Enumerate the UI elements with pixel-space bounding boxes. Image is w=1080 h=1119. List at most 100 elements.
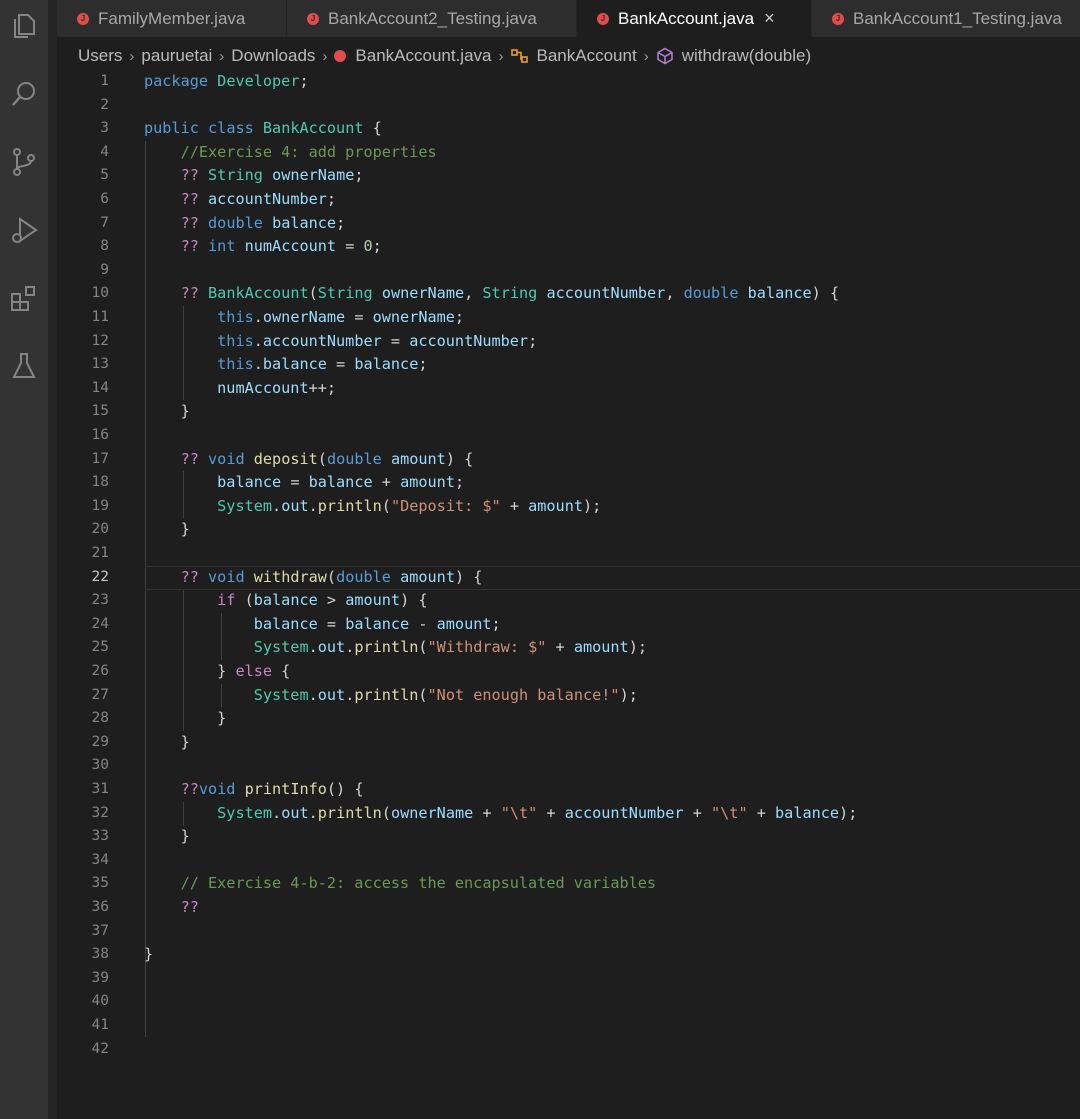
line-number: 24 [91,615,109,632]
line-number: 13 [91,356,109,373]
breadcrumb: Users › pauruetai › Downloads › BankAcco… [78,44,811,68]
code-text: ?? BankAccount(String ownerName, String … [180,284,840,303]
code-line[interactable]: 2 [57,94,1080,118]
line-number: 39 [91,969,109,986]
code-line[interactable]: 31 ??void printInfo() { [57,778,1080,802]
code-line[interactable]: 27 System.out.println("Not enough balanc… [57,684,1080,708]
code-line[interactable]: 20 } [57,518,1080,542]
class-icon [510,48,529,64]
chevron-right-icon: › [129,47,135,65]
code-line[interactable]: 41 [57,1014,1080,1038]
line-number: 41 [91,1017,109,1033]
extensions-icon[interactable] [8,282,40,314]
code-line[interactable]: 15 } [57,400,1080,424]
code-line[interactable]: 37 [57,920,1080,944]
code-line[interactable]: 23 if (balance > amount) { [57,589,1080,613]
code-line[interactable]: 19 System.out.println("Deposit: $" + amo… [57,495,1080,519]
code-line[interactable]: 21 [57,542,1080,566]
code-line[interactable]: 24 balance = balance - amount; [57,613,1080,637]
code-line[interactable]: 16 [57,424,1080,448]
code-line[interactable]: 35 // Exercise 4-b-2: access the encapsu… [57,872,1080,896]
tab-bankaccount[interactable]: BankAccount.java × [577,0,812,37]
line-number: 23 [91,592,109,609]
code-line[interactable]: 22 ?? void withdraw(double amount) { [57,565,1080,590]
code-line[interactable]: 42 [57,1038,1080,1062]
code-text: ?? double balance; [180,213,346,232]
code-text: } [144,732,190,751]
line-number: 35 [91,875,109,892]
tab-bankaccount2-testing[interactable]: BankAccount2_Testing.java [287,0,577,37]
line-number: 11 [91,309,109,325]
code-text: ?? accountNumber; [180,190,337,208]
code-text: } [144,402,190,421]
code-text: System.out.println("Deposit: $" + amount… [217,496,602,515]
breadcrumb-item-file[interactable]: BankAccount.java [355,46,491,66]
tab-familymember[interactable]: FamilyMember.java [57,0,287,37]
close-icon[interactable]: × [764,8,775,29]
code-text: System.out.println("Not enough balance!"… [253,685,638,704]
code-text: ?? void withdraw(double amount) { [180,567,483,586]
line-number: 12 [91,332,109,349]
code-line[interactable]: 18 balance = balance + amount; [57,471,1080,495]
code-line[interactable]: 10 ?? BankAccount(String ownerName, Stri… [57,282,1080,306]
code-line[interactable]: 7 ?? double balance; [57,212,1080,236]
code-text: public class BankAccount { [144,119,382,138]
tab-label: BankAccount.java [618,8,755,28]
java-file-icon [307,12,319,25]
code-line[interactable]: 25 System.out.println("Withdraw: $" + am… [57,636,1080,660]
editor-tab-bar: FamilyMember.java BankAccount2_Testing.j… [57,0,1080,37]
code-text: } [144,709,227,728]
code-line[interactable]: 5 ?? String ownerName; [57,164,1080,188]
explorer-icon[interactable] [8,10,40,42]
code-line[interactable]: 6 ?? accountNumber; [57,188,1080,212]
code-text: balance = balance + amount; [217,473,465,492]
tab-bankaccount1-testing[interactable]: BankAccount1_Testing.java [812,0,1080,37]
code-line[interactable]: 17 ?? void deposit(double amount) { [57,448,1080,472]
code-line[interactable]: 39 [57,967,1080,991]
code-line[interactable]: 40 [57,990,1080,1014]
code-line[interactable]: 29 } [57,731,1080,755]
code-editor[interactable]: 1 package Developer; 2 3 public class BankAc… [57,70,1080,1119]
code-line[interactable]: 38} [57,943,1080,967]
line-number: 10 [91,285,109,302]
breadcrumb-item-downloads[interactable]: Downloads [231,46,315,66]
code-text: numAccount++; [217,378,337,397]
code-line[interactable]: 14 numAccount++; [57,377,1080,401]
breadcrumb-item-users[interactable]: Users [78,46,122,66]
code-text: System.out.println("Withdraw: $" + amoun… [253,638,648,657]
code-line[interactable]: 12 this.accountNumber = accountNumber; [57,330,1080,354]
code-text: } else { [144,662,291,680]
line-number: 20 [91,521,109,538]
run-debug-icon[interactable] [8,214,40,246]
code-line[interactable]: 28 } [57,707,1080,731]
breadcrumb-item-method[interactable]: withdraw(double) [682,46,811,66]
search-icon[interactable] [8,78,40,110]
line-number: 32 [91,804,109,821]
line-number: 1 [100,73,109,89]
source-control-icon[interactable] [8,146,40,178]
code-line[interactable]: 32 System.out.println(ownerName + "\t" +… [57,802,1080,826]
breadcrumb-item-class[interactable]: BankAccount [537,46,637,66]
chevron-right-icon: › [219,47,225,65]
line-number: 16 [91,427,109,443]
code-line[interactable]: 8 ?? int numAccount = 0; [57,235,1080,259]
line-number: 37 [91,922,109,939]
code-text: } [144,520,190,539]
testing-icon[interactable] [8,350,40,382]
code-line[interactable]: 11 this.ownerName = ownerName; [57,306,1080,330]
code-line[interactable]: 4 //Exercise 4: add properties [57,141,1080,165]
breadcrumb-item-user[interactable]: pauruetai [141,46,212,66]
code-line[interactable]: 34 [57,849,1080,873]
chevron-right-icon: › [643,47,649,65]
code-line[interactable]: 3 public class BankAccount { [57,117,1080,141]
code-line[interactable]: 1 package Developer; [57,70,1080,94]
java-file-icon [597,12,609,25]
code-line[interactable]: 9 [57,259,1080,283]
code-line[interactable]: 26 } else { [57,660,1080,684]
line-number: 34 [91,851,109,868]
code-line[interactable]: 13 this.balance = balance; [57,353,1080,377]
line-number: 22 [91,568,109,585]
code-line[interactable]: 36 ?? [57,896,1080,920]
code-line[interactable]: 33 } [57,825,1080,849]
code-line[interactable]: 30 [57,754,1080,778]
